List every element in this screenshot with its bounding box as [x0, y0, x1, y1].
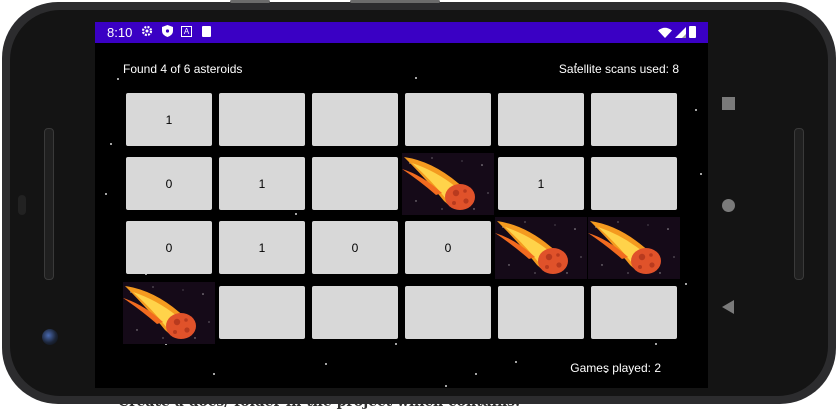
gear-icon: [141, 25, 153, 37]
star: [213, 373, 215, 375]
battery-icon: [689, 26, 696, 38]
home-circle-icon[interactable]: [722, 199, 735, 212]
found-asteroids-label: Found 4 of 6 asteroids: [123, 62, 243, 76]
a-icon: A: [181, 25, 192, 37]
speaker-grille-left: [44, 128, 54, 280]
hidden-cell[interactable]: [591, 286, 677, 339]
hidden-cell[interactable]: [498, 286, 584, 339]
asteroid-icon: [123, 282, 215, 344]
scanned-cell[interactable]: 0: [312, 221, 398, 274]
scanned-cell[interactable]: 1: [219, 157, 305, 210]
scanned-cell[interactable]: 1: [498, 157, 584, 210]
status-right-icons: [658, 26, 696, 38]
star: [700, 173, 702, 175]
phone-top-button-right: [350, 0, 440, 3]
scanned-cell[interactable]: 0: [126, 221, 212, 274]
star: [695, 109, 697, 111]
star: [295, 213, 297, 215]
scanned-cell[interactable]: 0: [405, 221, 491, 274]
asteroid-icon: [402, 153, 494, 215]
hidden-cell[interactable]: [312, 157, 398, 210]
star: [395, 343, 397, 345]
proximity-sensor: [18, 195, 26, 215]
back-triangle-icon[interactable]: [722, 300, 734, 314]
status-left-icons: A: [141, 25, 212, 37]
cell-value: 0: [165, 240, 173, 255]
games-played-label: Games played: 2: [570, 361, 661, 375]
sd-card-icon: [200, 25, 212, 37]
hidden-cell[interactable]: [219, 286, 305, 339]
speaker-grille-right: [794, 128, 804, 280]
scanned-cell[interactable]: 1: [219, 221, 305, 274]
hidden-cell[interactable]: [405, 93, 491, 146]
asteroid-cell[interactable]: [495, 217, 587, 279]
star: [415, 77, 417, 79]
asteroid-cell[interactable]: [588, 217, 680, 279]
recents-square-icon[interactable]: [722, 97, 735, 110]
cell-value: 1: [165, 112, 173, 127]
hidden-cell[interactable]: [312, 93, 398, 146]
satellite-scans-label: Satellite scans used: 8: [558, 62, 679, 76]
phone-top-button-left: [230, 0, 270, 3]
star: [445, 385, 447, 387]
hidden-cell[interactable]: [405, 286, 491, 339]
cell-value: 1: [258, 176, 266, 191]
front-camera: [42, 329, 58, 345]
asteroid-cell[interactable]: [123, 282, 215, 344]
wifi-icon: [658, 27, 672, 38]
star: [117, 78, 119, 80]
asteroid-cell[interactable]: [402, 153, 494, 215]
asteroid-icon: [495, 217, 587, 279]
asteroid-icon: [588, 217, 680, 279]
scanned-cell[interactable]: 1: [126, 93, 212, 146]
star: [110, 143, 112, 145]
star: [515, 361, 517, 363]
cell-value: 0: [165, 176, 173, 191]
signal-icon: [675, 26, 686, 38]
hidden-cell[interactable]: [312, 286, 398, 339]
cell-value: 1: [537, 176, 545, 191]
star: [685, 283, 687, 285]
cell-value: 1: [258, 240, 266, 255]
cell-value: 0: [351, 240, 359, 255]
star: [105, 193, 107, 195]
shield-icon: [161, 25, 173, 37]
cell-value: 0: [444, 240, 452, 255]
hidden-cell[interactable]: [591, 93, 677, 146]
status-time: 8:10: [107, 25, 133, 40]
hidden-cell[interactable]: [498, 93, 584, 146]
hidden-cell[interactable]: [591, 157, 677, 210]
status-bar: 8:10 A: [95, 22, 708, 43]
star: [655, 343, 657, 345]
star: [325, 363, 327, 365]
scanned-cell[interactable]: 0: [126, 157, 212, 210]
hidden-cell[interactable]: [219, 93, 305, 146]
device-screen: 8:10 A Found 4 of 6 asteroids Satellite …: [95, 22, 708, 388]
star: [475, 373, 477, 375]
